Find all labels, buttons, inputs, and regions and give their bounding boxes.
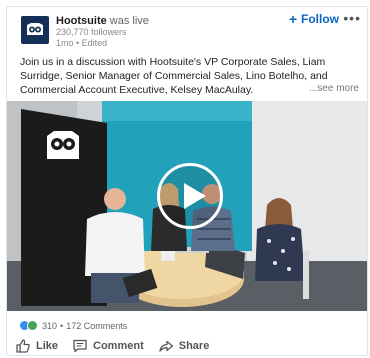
share-button[interactable]: Share (158, 338, 210, 354)
separator-dot: • (60, 320, 64, 331)
comment-count[interactable]: 172 Comments (66, 321, 127, 331)
follower-count: 230,770 followers (56, 27, 127, 37)
play-button[interactable] (157, 163, 223, 229)
video-player[interactable] (7, 101, 367, 311)
post-timestamp: 1mo • Edited (56, 38, 108, 48)
action-bar: Like Comment Share (15, 338, 209, 354)
comment-icon (73, 339, 87, 353)
share-label: Share (178, 340, 210, 352)
author-name[interactable]: Hootsuite (56, 15, 107, 27)
comment-button[interactable]: Comment (72, 338, 144, 354)
share-arrow-icon (159, 340, 173, 352)
like-button[interactable]: Like (15, 338, 58, 354)
play-icon (184, 183, 206, 209)
author-status: was live (109, 15, 149, 27)
post-card: Hootsuite was live 230,770 followers 1mo… (6, 6, 368, 356)
comment-label: Comment (93, 340, 144, 352)
follow-button[interactable]: + Follow (289, 11, 339, 27)
reactions-summary[interactable]: 310 • 172 Comments (19, 320, 127, 331)
follow-label: Follow (301, 12, 339, 26)
reaction-count[interactable]: 310 (42, 321, 57, 331)
author-line: Hootsuite was live (56, 14, 149, 28)
like-label: Like (36, 340, 59, 352)
plus-icon: + (288, 11, 297, 27)
celebrate-reaction-icon (27, 320, 38, 331)
see-more-link[interactable]: ...see more (309, 83, 359, 94)
hootsuite-logo[interactable] (21, 16, 49, 44)
more-options-icon[interactable]: ••• (343, 10, 361, 26)
thumbs-up-icon (16, 339, 30, 353)
